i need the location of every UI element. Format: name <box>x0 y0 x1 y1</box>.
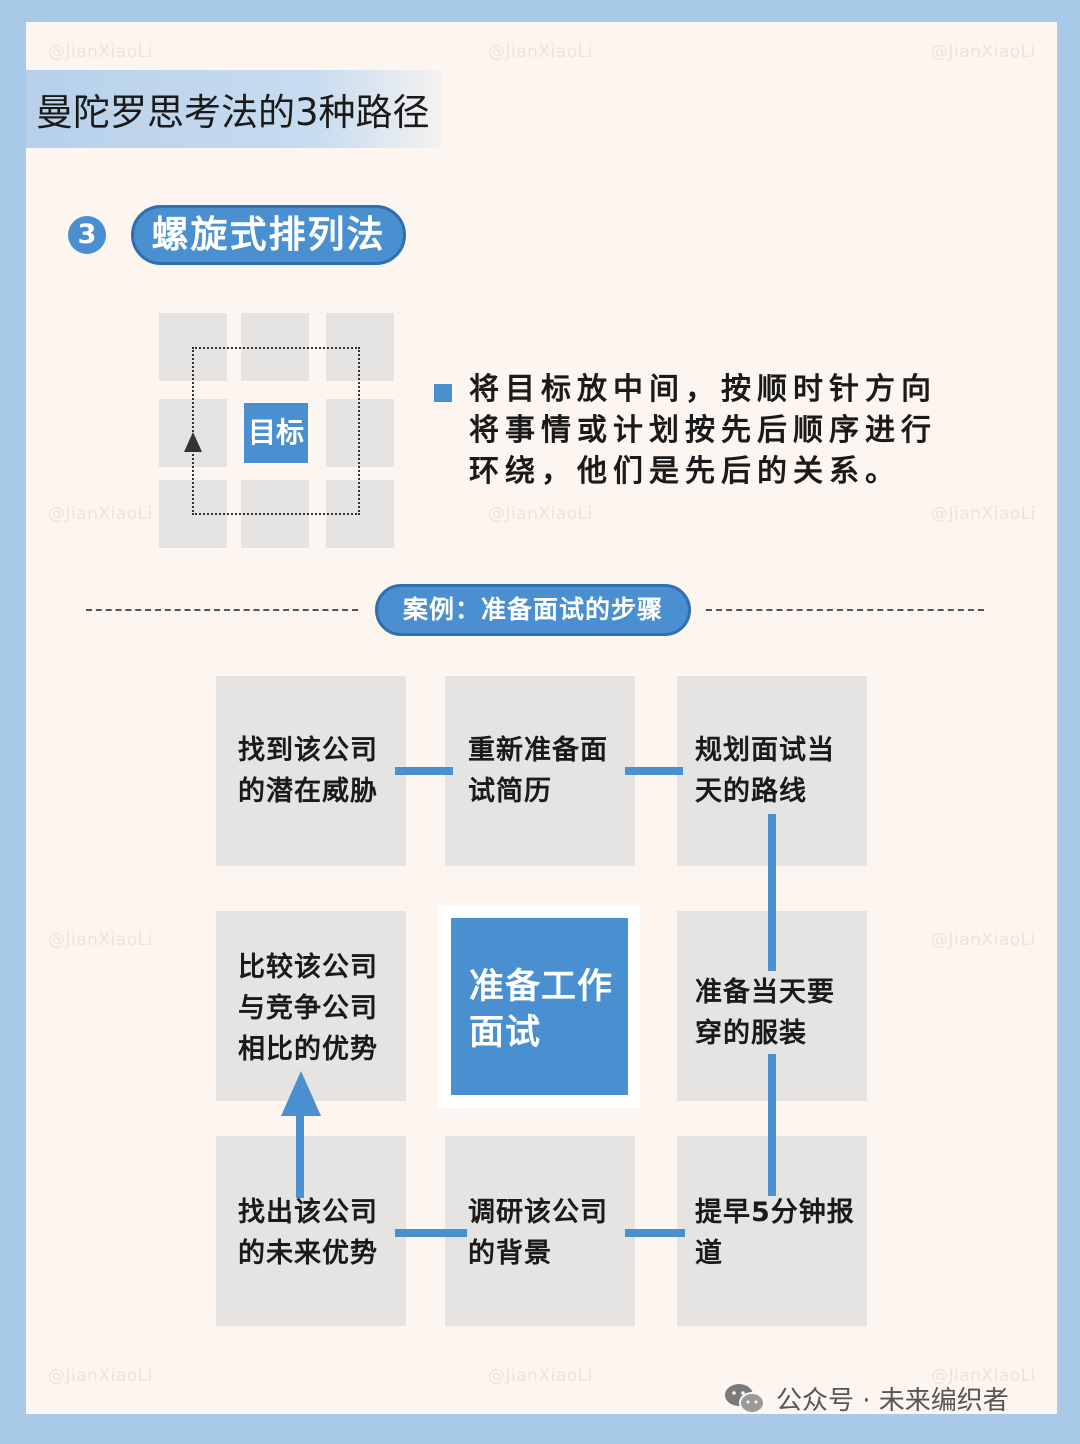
goal-label: 目标 <box>244 403 308 463</box>
divider <box>86 609 358 611</box>
bullet-square-icon <box>434 384 452 402</box>
connector-line <box>296 1110 304 1198</box>
step-text: 找到该公司的潜在威胁 <box>238 735 378 807</box>
watermark: @JianXiaoLi <box>48 504 153 524</box>
connector-line <box>625 1229 685 1237</box>
step-text: 比较该公司与竞争公司相比的优势 <box>238 952 378 1065</box>
step-text: 找出该公司的未来优势 <box>238 1197 378 1269</box>
watermark: @JianXiaoLi <box>488 504 593 524</box>
case-title: 案例：准备面试的步骤 <box>375 584 691 636</box>
connector-line <box>768 814 776 971</box>
connector-line <box>395 767 453 775</box>
connector-line <box>625 767 683 775</box>
watermark: @JianXiaoLi <box>931 504 1036 524</box>
footer-source: 公众号 · 未来编织者 <box>776 1386 1009 1416</box>
watermark: @JianXiaoLi <box>48 42 153 62</box>
center-goal-text: 准备工作面试 <box>469 967 614 1053</box>
step-text: 准备当天要穿的服装 <box>695 977 835 1049</box>
arrow-up-icon <box>281 1071 321 1116</box>
watermark: @JianXiaoLi <box>488 1366 593 1386</box>
connector-line <box>768 1054 776 1196</box>
method-description: 将目标放中间，按顺时针方向将事情或计划按先后顺序进行环绕，他们是先后的关系。 <box>469 372 937 489</box>
step-text: 调研该公司的背景 <box>468 1197 608 1269</box>
arrow-up-icon <box>184 432 202 452</box>
step-text: 规划面试当天的路线 <box>695 735 835 807</box>
step-number-badge: 3 <box>68 216 106 254</box>
step-text: 提早5分钟报道 <box>695 1197 855 1269</box>
section-title: 螺旋式排列法 <box>131 205 406 265</box>
step-text: 重新准备面试简历 <box>468 735 608 807</box>
watermark: @JianXiaoLi <box>931 42 1036 62</box>
watermark: @JianXiaoLi <box>931 930 1036 950</box>
infographic-card: @JianXiaoLi @JianXiaoLi @JianXiaoLi @Jia… <box>26 22 1057 1416</box>
page-title: 曼陀罗思考法的3种路径 <box>36 91 430 134</box>
watermark: @JianXiaoLi <box>488 42 593 62</box>
watermark: @JianXiaoLi <box>48 930 153 950</box>
connector-line <box>395 1229 467 1237</box>
watermark: @JianXiaoLi <box>48 1366 153 1386</box>
wechat-icon <box>725 1384 765 1414</box>
divider <box>706 609 984 611</box>
